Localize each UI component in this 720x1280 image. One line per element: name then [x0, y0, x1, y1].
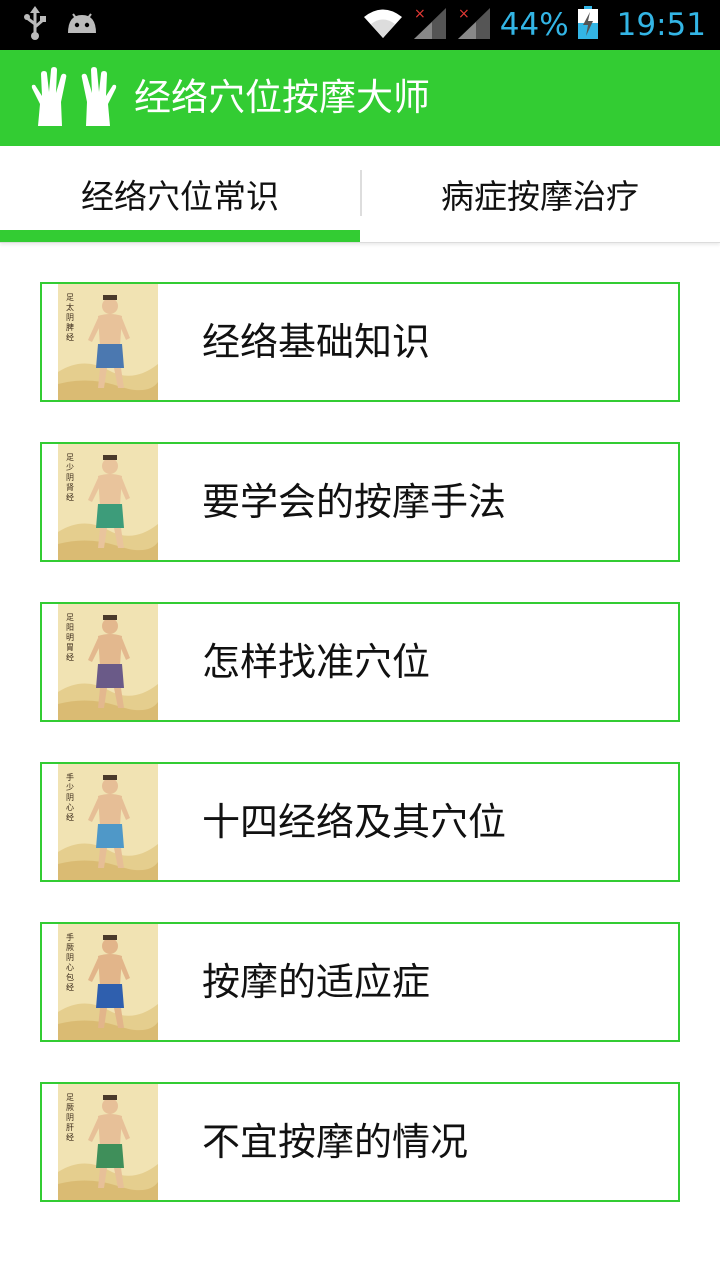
list-item-label: 怎样找准穴位: [202, 640, 431, 684]
svg-text:×: ×: [458, 6, 470, 22]
svg-text:太: 太: [66, 302, 74, 312]
svg-text:经: 经: [66, 982, 74, 992]
list-item-label: 经络基础知识: [202, 320, 431, 364]
svg-text:×: ×: [414, 6, 426, 22]
meridian-figure-image: 手少阴心经: [58, 764, 158, 880]
list-item[interactable]: 手少阴心经 十四经络及其穴位: [40, 762, 680, 882]
svg-text:心: 心: [66, 963, 74, 972]
svg-text:明: 明: [66, 633, 74, 642]
svg-text:手: 手: [66, 932, 74, 942]
svg-text:经: 经: [66, 812, 74, 822]
svg-text:胃: 胃: [66, 643, 74, 652]
status-bar: × × 44% 19:51: [0, 0, 720, 50]
battery-charging-icon: [577, 6, 599, 44]
svg-text:足: 足: [66, 293, 74, 302]
tab-meridian-knowledge[interactable]: 经络穴位常识: [0, 146, 360, 242]
tab-label: 病症按摩治疗: [441, 177, 639, 216]
tab-bar: 经络穴位常识 病症按摩治疗: [0, 146, 720, 243]
clock: 19:51: [616, 7, 706, 43]
list-item-label: 要学会的按摩手法: [202, 480, 507, 524]
signal-icon: ×: [412, 6, 448, 44]
svg-text:肾: 肾: [66, 483, 74, 492]
list-item-label: 十四经络及其穴位: [202, 800, 507, 844]
svg-text:阴: 阴: [66, 953, 74, 962]
list-item-label: 按摩的适应症: [202, 960, 431, 1004]
svg-text:阴: 阴: [66, 313, 74, 322]
svg-text:足: 足: [66, 1093, 74, 1102]
tab-disease-massage[interactable]: 病症按摩治疗: [360, 146, 720, 242]
list-item[interactable]: 手厥阴心包经 按摩的适应症: [40, 922, 680, 1042]
svg-text:足: 足: [66, 453, 74, 462]
svg-text:少: 少: [66, 463, 74, 472]
svg-text:少: 少: [66, 783, 74, 792]
list-item[interactable]: 足少阴肾经 要学会的按摩手法: [40, 442, 680, 562]
tab-label: 经络穴位常识: [81, 177, 279, 216]
svg-text:阴: 阴: [66, 473, 74, 482]
signal-icon: ×: [456, 6, 492, 44]
svg-text:脾: 脾: [66, 322, 74, 332]
svg-text:经: 经: [66, 492, 74, 502]
svg-text:心: 心: [66, 803, 74, 812]
android-icon: [66, 11, 98, 39]
svg-text:经: 经: [66, 652, 74, 662]
svg-text:足: 足: [66, 613, 74, 622]
battery-percent: 44%: [499, 7, 569, 43]
svg-text:阴: 阴: [66, 793, 74, 802]
app-title: 经络穴位按摩大师: [134, 76, 430, 119]
wifi-icon: [362, 6, 404, 44]
meridian-figure-image: 足阳明胃经: [58, 604, 158, 720]
hands-icon[interactable]: [28, 66, 120, 130]
svg-text:经: 经: [66, 332, 74, 342]
svg-text:手: 手: [66, 772, 74, 782]
svg-text:阴: 阴: [66, 1113, 74, 1122]
svg-text:经: 经: [66, 1132, 74, 1142]
svg-text:包: 包: [66, 972, 74, 982]
action-bar: 经络穴位按摩大师: [0, 50, 720, 146]
meridian-figure-image: 手厥阴心包经: [58, 924, 158, 1040]
list-item[interactable]: 足阳明胃经 怎样找准穴位: [40, 602, 680, 722]
usb-icon: [22, 6, 48, 44]
list-item[interactable]: 足太阴脾经 经络基础知识: [40, 282, 680, 402]
meridian-figure-image: 足厥阴肝经: [58, 1084, 158, 1200]
tab-selected-indicator: [0, 230, 360, 242]
meridian-figure-image: 足太阴脾经: [58, 284, 158, 400]
list-item-label: 不宜按摩的情况: [202, 1120, 469, 1164]
svg-text:厥: 厥: [66, 1103, 74, 1112]
list-item[interactable]: 足厥阴肝经 不宜按摩的情况: [40, 1082, 680, 1202]
meridian-figure-image: 足少阴肾经: [58, 444, 158, 560]
svg-text:肝: 肝: [66, 1123, 74, 1132]
svg-text:阳: 阳: [66, 623, 74, 632]
svg-text:厥: 厥: [66, 943, 74, 952]
